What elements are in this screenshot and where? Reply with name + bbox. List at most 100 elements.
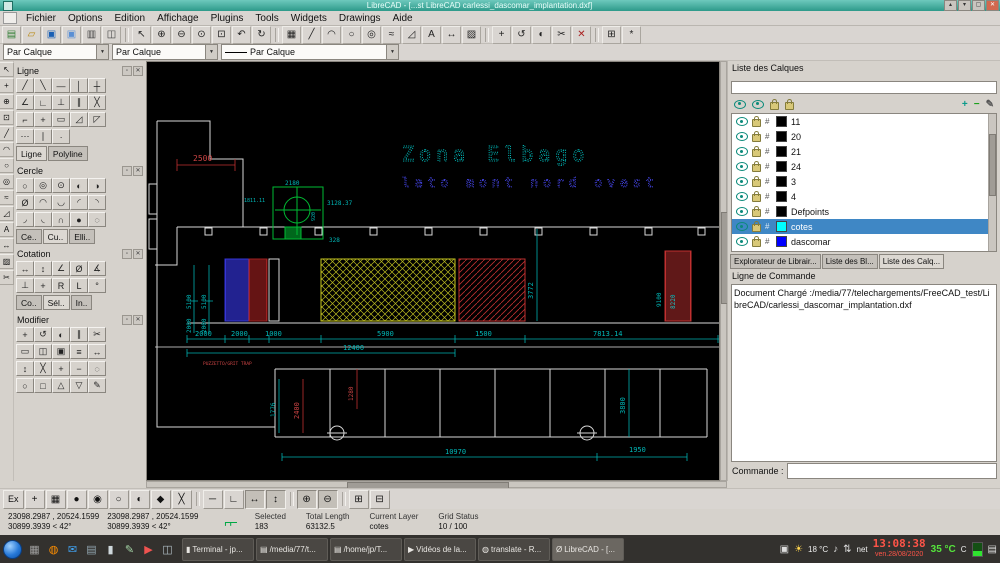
draw-arc-icon[interactable]: ◠ bbox=[322, 26, 341, 44]
line-angle2-icon[interactable]: ∠ bbox=[16, 95, 34, 110]
file-manager-icon[interactable]: ▤ bbox=[83, 541, 100, 558]
draw-text-icon[interactable]: A bbox=[422, 26, 441, 44]
zoom-window-tool-icon[interactable]: ⊡ bbox=[0, 110, 14, 125]
taskbar-window-videos[interactable]: ▶Vidéos de la... bbox=[404, 538, 476, 561]
delete-icon[interactable]: ✕ bbox=[572, 26, 591, 44]
zoom-in-icon[interactable]: ⊕ bbox=[152, 26, 171, 44]
draw-ellipse-icon[interactable]: ◎ bbox=[362, 26, 381, 44]
layer-lock-icon[interactable] bbox=[752, 239, 761, 247]
draw-line-icon[interactable]: ╱ bbox=[302, 26, 321, 44]
modify-mirror-icon[interactable]: ◐ bbox=[52, 327, 70, 342]
layer-filter-input[interactable] bbox=[731, 81, 997, 94]
layer-lock-icon[interactable] bbox=[752, 224, 761, 232]
arc-tools-icon[interactable]: ◠ bbox=[0, 142, 14, 157]
text-tool-icon[interactable]: A bbox=[0, 222, 14, 237]
lock-all-layers-icon[interactable] bbox=[770, 102, 779, 110]
menu-drawings[interactable]: Drawings bbox=[333, 11, 387, 25]
dim-vertical-icon[interactable]: ↕ bbox=[34, 261, 52, 276]
zoom-auto-icon[interactable]: ⊙ bbox=[192, 26, 211, 44]
zoom-window-icon[interactable]: ⊡ bbox=[212, 26, 231, 44]
document-window-icon[interactable] bbox=[3, 12, 17, 24]
circle-center-point-icon[interactable]: ○ bbox=[16, 178, 34, 193]
deselect-window-icon[interactable]: ⊟ bbox=[370, 490, 390, 509]
layer-color-swatch[interactable] bbox=[776, 116, 787, 127]
layer-construction-icon[interactable]: # bbox=[765, 132, 772, 141]
line-parallel-icon[interactable]: ∥ bbox=[70, 95, 88, 110]
layer-row[interactable]: #dascomar bbox=[732, 234, 988, 249]
line-relative-icon[interactable]: ⌐ bbox=[16, 112, 34, 127]
float-panel-icon[interactable]: ▫ bbox=[122, 166, 132, 176]
tab-ce[interactable]: Ce.. bbox=[16, 229, 42, 244]
snap-intersection-icon[interactable]: ╳ bbox=[172, 490, 192, 509]
circle-tangent2-icon[interactable]: ◌ bbox=[88, 212, 106, 227]
close-panel-icon[interactable]: ✕ bbox=[133, 249, 143, 259]
layer-visibility-icon[interactable] bbox=[736, 222, 748, 231]
tray-extra-icon[interactable]: ▤ bbox=[988, 544, 997, 555]
restrict-orthogonal-icon[interactable]: ∟ bbox=[224, 490, 244, 509]
modify-properties-icon[interactable]: ▣ bbox=[52, 344, 70, 359]
modify-rotate-icon[interactable]: ↺ bbox=[34, 327, 52, 342]
modify-move-icon[interactable]: + bbox=[16, 327, 34, 342]
layer-row[interactable]: #24 bbox=[732, 159, 988, 174]
layer-construction-icon[interactable]: # bbox=[765, 192, 772, 201]
spline-tools-icon[interactable]: ≈ bbox=[0, 190, 14, 205]
save-icon[interactable]: ▣ bbox=[42, 26, 61, 44]
selection-pointer-icon[interactable]: ↖ bbox=[0, 62, 14, 77]
snap-free-icon[interactable]: + bbox=[25, 490, 45, 509]
close-panel-icon[interactable]: ✕ bbox=[133, 315, 143, 325]
line-point-icon[interactable]: ∙ bbox=[52, 129, 70, 144]
layer-construction-icon[interactable]: # bbox=[765, 237, 772, 246]
line-ortho-icon[interactable]: ∟ bbox=[34, 95, 52, 110]
modify-down-icon[interactable]: ▽ bbox=[70, 378, 88, 393]
minimize-button[interactable]: ▾ bbox=[958, 0, 971, 11]
modify-layer-icon[interactable]: ✎ bbox=[986, 99, 994, 110]
tab-cu[interactable]: Cu.. bbox=[43, 229, 69, 244]
mirror-icon[interactable]: ◐ bbox=[532, 26, 551, 44]
modify-edit-icon[interactable]: ✎ bbox=[88, 378, 106, 393]
float-panel-icon[interactable]: ▫ bbox=[122, 315, 132, 325]
command-input[interactable] bbox=[787, 463, 997, 479]
snap-middle-icon[interactable]: ◐ bbox=[130, 490, 150, 509]
clipboard-icon[interactable]: ▣ bbox=[780, 544, 789, 555]
show-all-layers-icon[interactable] bbox=[734, 100, 746, 109]
dim-degree-icon[interactable]: ° bbox=[88, 278, 106, 293]
menu-edition[interactable]: Edition bbox=[108, 11, 151, 25]
layer-construction-icon[interactable]: # bbox=[765, 222, 772, 231]
layer-visibility-icon[interactable] bbox=[736, 192, 748, 201]
volume-icon[interactable]: ♪ bbox=[833, 544, 838, 555]
close-panel-icon[interactable]: ✕ bbox=[133, 166, 143, 176]
clock[interactable]: 13:08:38 ven.28/08/2020 bbox=[873, 538, 926, 560]
line-two-points-icon[interactable]: ╱ bbox=[16, 78, 34, 93]
layer-lock-icon[interactable] bbox=[752, 164, 761, 172]
layer-color-swatch[interactable] bbox=[776, 146, 787, 157]
modify-attributes-icon[interactable]: ≡ bbox=[70, 344, 88, 359]
grid-toggle-icon[interactable]: ▦ bbox=[282, 26, 301, 44]
dimension-tools-icon[interactable]: ↔ bbox=[0, 238, 14, 253]
layer-lock-icon[interactable] bbox=[752, 134, 761, 142]
layer-construction-icon[interactable]: # bbox=[765, 117, 772, 126]
circle-filled-icon[interactable]: ● bbox=[70, 212, 88, 227]
snap-distance-icon[interactable]: ◆ bbox=[151, 490, 171, 509]
mail-icon[interactable]: ✉ bbox=[64, 541, 81, 558]
restrict-vertical-icon[interactable]: ↕ bbox=[266, 490, 286, 509]
modify-shorten-icon[interactable]: − bbox=[70, 361, 88, 376]
layer-construction-icon[interactable]: # bbox=[765, 207, 772, 216]
layer-color-swatch[interactable] bbox=[776, 236, 787, 247]
dock-tab-liste-des-calq[interactable]: Liste des Calq... bbox=[879, 254, 944, 269]
line-horizontal-icon[interactable]: — bbox=[52, 78, 70, 93]
select-window-icon[interactable]: ⊞ bbox=[349, 490, 369, 509]
line-freehand-icon[interactable]: ⋯ bbox=[16, 129, 34, 144]
layer-visibility-icon[interactable] bbox=[736, 207, 748, 216]
tab-co[interactable]: Co.. bbox=[16, 295, 42, 310]
line-cross-icon[interactable]: ┼ bbox=[88, 78, 106, 93]
dock-tab-explorateur-de-librair[interactable]: Explorateur de Librair... bbox=[730, 254, 821, 269]
layer-color-swatch[interactable] bbox=[776, 221, 787, 232]
text-editor-icon[interactable]: ✎ bbox=[121, 541, 138, 558]
modify-lengthen-icon[interactable]: + bbox=[52, 361, 70, 376]
layer-lock-icon[interactable] bbox=[752, 179, 761, 187]
move-icon[interactable]: + bbox=[492, 26, 511, 44]
modify-bevel-icon[interactable]: ○ bbox=[16, 378, 34, 393]
rotate-icon[interactable]: ↺ bbox=[512, 26, 531, 44]
layer-row[interactable]: #Defpoints bbox=[732, 204, 988, 219]
media-player-icon[interactable]: ▶ bbox=[140, 541, 157, 558]
